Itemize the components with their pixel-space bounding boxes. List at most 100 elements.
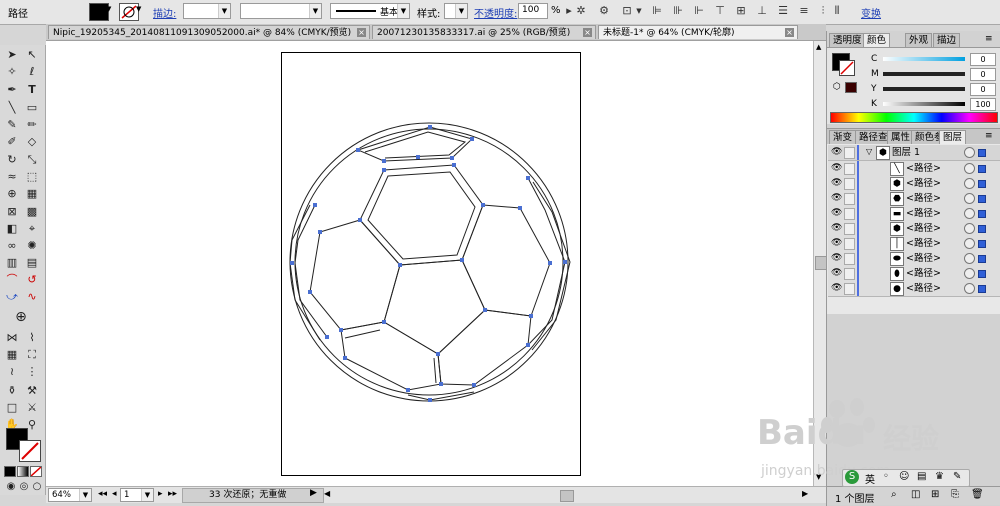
panel-menu-icon[interactable]: ≡ [985,131,993,141]
ime-wrench-icon[interactable]: ✎ [953,471,961,482]
locate-object-icon[interactable]: ⌕ [891,489,897,500]
cube-icon[interactable]: ⬡ [833,82,841,92]
first-artboard-icon[interactable]: ◂◂ [98,489,107,499]
distribute-left-icon[interactable]: ⦀ [830,4,844,18]
envelope-tool-icon[interactable]: ⌇ [23,330,41,346]
graphic-style-dropdown[interactable]: ▼ [444,3,468,19]
ime-keyboard-icon[interactable]: ▤ [917,471,926,482]
next-artboard-icon[interactable]: ▸ [158,489,163,499]
c-slider[interactable] [883,57,965,61]
top-hexagon-inner-path[interactable] [367,171,476,260]
path-name[interactable]: <路径> [906,267,941,280]
free-transform-icon[interactable]: ⬚ [23,169,41,185]
ime-punctuation-icon[interactable]: ◦ [883,471,889,482]
ime-skin-icon[interactable]: ♛ [935,471,944,482]
tab-gradient[interactable]: 渐变 [829,130,857,144]
new-sublayer-icon[interactable]: ⊞ [931,489,939,500]
opacity-link[interactable]: 不透明度: [474,5,517,20]
tab-transparency[interactable]: 透明度 [829,33,866,47]
wave-path-icon[interactable]: ≀ [3,364,21,380]
stroke-color-box[interactable] [19,440,41,462]
sublayer-row[interactable]: 👁 ╲ <路径> [828,161,1000,177]
channel-k-row[interactable]: K 100 [871,98,996,111]
eye-icon[interactable]: 👁 [831,224,842,233]
layer-name[interactable]: 图层 1 [892,146,920,159]
k-value-input[interactable]: 100 [970,98,996,111]
type-tool-icon[interactable]: T [23,82,41,98]
perspective-grid-icon[interactable]: ⊠ [3,204,21,220]
mesh-tool-icon[interactable]: ▩ [23,204,41,220]
ime-english-icon[interactable]: 英 [865,471,875,486]
eye-icon[interactable]: 👁 [831,209,842,218]
path-name[interactable]: <路径> [906,192,941,205]
lasso-icon[interactable]: ℓ [23,64,41,80]
target-icon[interactable] [964,223,975,234]
rotate-tool-icon[interactable]: ↻ [3,152,21,168]
target-icon[interactable] [964,163,975,174]
close-icon[interactable]: × [357,28,366,37]
zoom-dropdown[interactable]: 64% ▼ [48,488,92,502]
right-hexagon-path[interactable] [461,204,551,317]
scroll-left-icon[interactable]: ◀ [324,489,330,498]
path-name[interactable]: <路径> [906,162,941,175]
m-value-input[interactable]: 0 [970,68,996,81]
top-panel-inner-path[interactable] [364,131,467,159]
wave-tool-icon[interactable]: ∿ [23,289,41,305]
lock-toggle[interactable] [844,223,855,235]
sublayer-row[interactable]: 👁 ⬢ <路径> [828,221,1000,237]
graph-icon[interactable]: ⛶ [23,347,41,363]
shape-builder-icon[interactable]: ⊕ [3,186,21,202]
transform-link[interactable]: 变换 [861,5,881,20]
tab-color[interactable]: 颜色 [863,33,891,47]
rectangle-tool-icon[interactable]: ▭ [23,100,41,116]
new-layer-icon[interactable]: ⎘ [951,489,959,500]
target-icon[interactable] [964,283,975,294]
path-name[interactable]: <路径> [906,207,941,220]
eye-icon[interactable]: 👁 [831,284,842,293]
target-icon[interactable] [964,178,975,189]
width-tool-icon[interactable]: ⌒ [3,272,21,288]
chevron-down-icon[interactable]: ▽ [866,147,872,156]
eye-icon[interactable]: 👁 [831,148,842,157]
live-paint-icon[interactable]: ▦ [23,186,41,202]
stroke-weight-dropdown[interactable]: ▼ [183,3,231,19]
k-slider[interactable] [883,102,965,106]
path-name[interactable]: <路径> [906,252,941,265]
sublayer-row[interactable]: 👁 ⬢ <路径> [828,176,1000,192]
pen-tool-icon[interactable]: ✒ [3,82,21,98]
gradient-mode-icon[interactable] [17,466,29,477]
ball-inner-outline[interactable] [294,128,564,396]
pencil-icon[interactable]: ✏ [23,117,41,133]
blob-brush-icon[interactable]: ✐ [3,134,21,150]
path-name[interactable]: <路径> [906,237,941,250]
center-pentagon-path[interactable] [383,259,486,355]
chevron-down-icon[interactable]: ▼ [632,4,646,18]
lock-toggle[interactable] [844,238,855,250]
channel-y-row[interactable]: Y0 [871,83,996,96]
align-left-icon[interactable]: ⊫ [650,4,664,18]
color-mode-icon[interactable] [4,466,16,477]
align-right-icon[interactable]: ⊩ [692,4,706,18]
align-bottom-icon[interactable]: ⊥ [755,4,769,18]
symbol-sprayer-icon[interactable]: ✺ [23,238,41,254]
path-name[interactable]: <路径> [906,222,941,235]
lock-toggle[interactable] [844,193,855,205]
target-icon[interactable] [964,253,975,264]
top-hexagon-path[interactable] [359,164,484,266]
target-icon[interactable] [964,193,975,204]
sublayer-row[interactable]: 👁 ⬣ <路径> [828,191,1000,207]
target-icon[interactable] [964,208,975,219]
distribute-bottom-icon[interactable]: ⫶ [816,4,830,18]
magic-wand-icon[interactable]: ✧ [3,64,21,80]
horizontal-scroll-thumb[interactable] [560,490,574,502]
variable-width-dropdown[interactable]: ▼ [240,3,322,19]
chevron-up-icon[interactable]: ▲ [816,43,821,51]
stroke-color-box[interactable] [839,60,855,76]
eraser-icon[interactable]: ◇ [23,134,41,150]
m-slider[interactable] [883,72,965,76]
channel-m-row[interactable]: M0 [871,68,996,81]
ball-outer-outline[interactable] [289,122,569,402]
distribute-top-icon[interactable]: ☰ [776,4,790,18]
eye-icon[interactable]: 👁 [831,179,842,188]
distribute-vcenter-icon[interactable]: ≡ [797,4,811,18]
